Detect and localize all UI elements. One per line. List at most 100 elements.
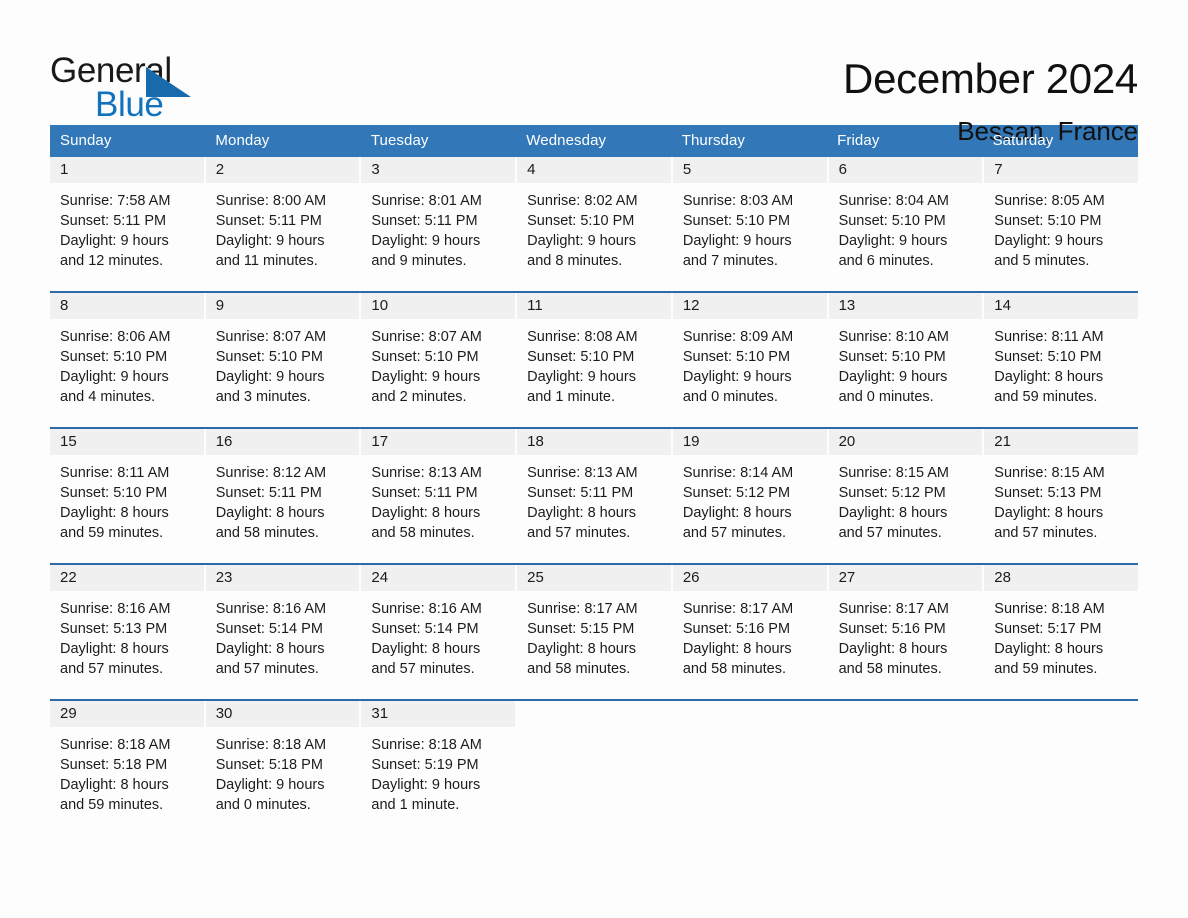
daylight-line-1-text: Daylight: 8 hours — [994, 641, 1104, 657]
day-cell[interactable]: 26 Sunrise: 8:17 AM Sunset: 5:16 PM Dayligh… — [672, 565, 827, 689]
daylight-line-1-text: Daylight: 8 hours — [994, 505, 1104, 521]
daylight-line-1-text: Daylight: 9 hours — [682, 369, 792, 385]
calendar-page: General Blue December 2024 Bessan, Franc… — [0, 0, 1188, 918]
sunrise-text: Sunrise: 8:16 AM — [60, 601, 171, 617]
sunrise-text: Sunrise: 8:10 AM — [838, 329, 949, 345]
day-cell[interactable]: 5 Sunrise: 8:03 AM Sunset: 5:10 PM Daylight… — [672, 157, 827, 281]
daylight-line-1-text: Daylight: 8 hours — [527, 505, 636, 521]
sunset-text: Sunset: 5:12 PM — [682, 485, 791, 501]
day-info: Sunrise: 8:03 AM Sunset: 5:10 PM Daylight:… — [673, 183, 827, 271]
day-number: 14 — [994, 297, 1011, 314]
calendar-weeks: 1 Sunrise: 7:58 AM Sunset: 5:11 PM Daylight… — [50, 157, 1138, 825]
day-cell[interactable]: 20 Sunrise: 8:15 AM Sunset: 5:12 PM Dayligh… — [828, 429, 983, 553]
day-cell[interactable]: 18 Sunrise: 8:13 AM Sunset: 5:11 PM Dayligh… — [517, 429, 671, 553]
sunrise-text: Sunrise: 8:15 AM — [838, 465, 949, 481]
day-cell[interactable]: 2 Sunrise: 8:00 AM Sunset: 5:11 PM Daylight… — [205, 157, 360, 281]
day-cell[interactable]: 25 Sunrise: 8:17 AM Sunset: 5:15 PM Dayligh… — [517, 565, 671, 689]
day-number-band: 19 — [672, 429, 827, 455]
daylight-line-2-text: and 59 minutes. — [60, 797, 164, 813]
day-number: 19 — [682, 433, 700, 450]
day-cell[interactable]: 16 Sunrise: 8:12 AM Sunset: 5:11 PM Dayligh… — [205, 429, 360, 553]
daylight-line-1-text: Daylight: 8 hours — [215, 505, 325, 521]
daylight-line-2-text: and 1 minute. — [527, 389, 616, 405]
sunrise-text: Sunrise: 8:17 AM — [527, 601, 638, 617]
daylight-line-2-text: and 58 minutes. — [371, 525, 475, 541]
day-cell[interactable]: 17 Sunrise: 8:13 AM Sunset: 5:11 PM Dayligh… — [361, 429, 516, 553]
daylight-line-1-text: Daylight: 8 hours — [838, 505, 948, 521]
day-number: 28 — [994, 569, 1011, 586]
day-number: 20 — [838, 433, 856, 450]
daylight-line-2-text: and 59 minutes. — [994, 389, 1098, 405]
day-cell[interactable]: 11 Sunrise: 8:08 AM Sunset: 5:10 PM Dayligh… — [517, 293, 671, 417]
day-cell[interactable]: 24 Sunrise: 8:16 AM Sunset: 5:14 PM Dayligh… — [361, 565, 516, 689]
day-cell[interactable]: 15 Sunrise: 8:11 AM Sunset: 5:10 PM Dayligh… — [50, 429, 204, 553]
day-cell[interactable]: 31 Sunrise: 8:18 AM Sunset: 5:19 PM Dayligh… — [361, 701, 516, 825]
day-cell[interactable]: 27 Sunrise: 8:17 AM Sunset: 5:16 PM Dayligh… — [828, 565, 983, 689]
day-number: 17 — [371, 433, 389, 450]
sunrise-text: Sunrise: 8:16 AM — [371, 601, 482, 617]
daylight-line-2-text: and 58 minutes. — [527, 661, 631, 677]
sunset-text: Sunset: 5:18 PM — [215, 757, 323, 773]
day-cell[interactable]: 14 Sunrise: 8:11 AM Sunset: 5:10 PM Dayligh… — [984, 293, 1138, 417]
day-cell[interactable]: 30 Sunrise: 8:18 AM Sunset: 5:18 PM Dayligh… — [205, 701, 360, 825]
day-number: 1 — [60, 161, 69, 178]
day-cell[interactable]: 28 Sunrise: 8:18 AM Sunset: 5:17 PM Dayligh… — [984, 565, 1138, 689]
day-number-band: 20 — [828, 429, 983, 455]
sunset-text: Sunset: 5:15 PM — [527, 621, 635, 637]
day-info: Sunrise: 8:12 AM Sunset: 5:11 PM Daylight:… — [206, 455, 360, 543]
day-cell[interactable]: 13 Sunrise: 8:10 AM Sunset: 5:10 PM Dayligh… — [828, 293, 983, 417]
day-info: Sunrise: 8:07 AM Sunset: 5:10 PM Daylight:… — [361, 319, 515, 407]
sunrise-text: Sunrise: 8:13 AM — [527, 465, 638, 481]
daylight-line-2-text: and 7 minutes. — [682, 253, 778, 269]
daylight-line-1-text: Daylight: 9 hours — [527, 369, 636, 385]
sunrise-text: Sunrise: 8:11 AM — [60, 465, 170, 481]
daylight-line-1-text: Daylight: 8 hours — [527, 641, 636, 657]
day-cell[interactable]: 29 Sunrise: 8:18 AM Sunset: 5:18 PM Dayligh… — [50, 701, 204, 825]
sunset-text: Sunset: 5:16 PM — [838, 621, 946, 637]
day-number: 29 — [60, 705, 77, 722]
day-number-band: 10 — [361, 293, 516, 319]
day-cell[interactable]: 6 Sunrise: 8:04 AM Sunset: 5:10 PM Daylight… — [828, 157, 983, 281]
generalblue-logo: General Blue — [50, 52, 200, 123]
day-info: Sunrise: 8:13 AM Sunset: 5:11 PM Daylight:… — [361, 455, 515, 543]
sunset-text: Sunset: 5:10 PM — [682, 349, 791, 365]
daylight-line-2-text: and 3 minutes. — [215, 389, 311, 405]
day-cell[interactable]: 10 Sunrise: 8:07 AM Sunset: 5:10 PM Dayligh… — [361, 293, 516, 417]
day-info: Sunrise: 8:17 AM Sunset: 5:16 PM Daylight:… — [829, 591, 983, 679]
day-number: 11 — [527, 297, 543, 314]
day-cell[interactable]: 19 Sunrise: 8:14 AM Sunset: 5:12 PM Dayligh… — [672, 429, 827, 553]
day-cell[interactable]: 9 Sunrise: 8:07 AM Sunset: 5:10 PM Daylight… — [205, 293, 360, 417]
calendar-week-row: 22 Sunrise: 8:16 AM Sunset: 5:13 PM Dayligh… — [50, 563, 1138, 689]
day-cell[interactable]: 4 Sunrise: 8:02 AM Sunset: 5:10 PM Daylight… — [517, 157, 671, 281]
day-cell[interactable]: 3 Sunrise: 8:01 AM Sunset: 5:11 PM Daylight… — [361, 157, 516, 281]
daylight-line-1-text: Daylight: 8 hours — [215, 641, 325, 657]
day-cell[interactable]: 23 Sunrise: 8:16 AM Sunset: 5:14 PM Dayligh… — [205, 565, 360, 689]
day-cell[interactable]: 8 Sunrise: 8:06 AM Sunset: 5:10 PM Daylight… — [50, 293, 204, 417]
sunset-text: Sunset: 5:10 PM — [60, 485, 168, 501]
sunrise-text: Sunrise: 8:11 AM — [994, 329, 1104, 345]
sunrise-text: Sunrise: 8:18 AM — [371, 737, 482, 753]
sunset-text: Sunset: 5:13 PM — [994, 485, 1102, 501]
daylight-line-1-text: Daylight: 8 hours — [371, 505, 481, 521]
day-info: Sunrise: 8:16 AM Sunset: 5:14 PM Daylight:… — [361, 591, 515, 679]
sunset-text: Sunset: 5:16 PM — [682, 621, 791, 637]
daylight-line-2-text: and 59 minutes. — [994, 661, 1098, 677]
sunset-text: Sunset: 5:12 PM — [838, 485, 946, 501]
sunrise-text: Sunrise: 8:01 AM — [371, 193, 482, 209]
sunset-text: Sunset: 5:10 PM — [682, 213, 791, 229]
day-number: 27 — [838, 569, 856, 586]
sunset-text: Sunset: 5:17 PM — [994, 621, 1102, 637]
day-cell[interactable]: 7 Sunrise: 8:05 AM Sunset: 5:10 PM Daylight… — [984, 157, 1138, 281]
day-cell-empty — [984, 701, 1138, 825]
day-cell[interactable]: 22 Sunrise: 8:16 AM Sunset: 5:13 PM Dayligh… — [50, 565, 204, 689]
day-cell[interactable]: 21 Sunrise: 8:15 AM Sunset: 5:13 PM Dayligh… — [984, 429, 1138, 553]
day-cell[interactable]: 12 Sunrise: 8:09 AM Sunset: 5:10 PM Dayligh… — [672, 293, 827, 417]
day-number-band: 3 — [361, 157, 516, 183]
sunrise-text: Sunrise: 8:15 AM — [994, 465, 1105, 481]
daylight-line-2-text: and 57 minutes. — [60, 661, 164, 677]
sunset-text: Sunset: 5:10 PM — [371, 349, 479, 365]
daylight-line-2-text: and 1 minute. — [371, 797, 460, 813]
daylight-line-2-text: and 6 minutes. — [838, 253, 934, 269]
day-number-band: 22 — [50, 565, 204, 591]
day-cell[interactable]: 1 Sunrise: 7:58 AM Sunset: 5:11 PM Daylight… — [50, 157, 204, 281]
